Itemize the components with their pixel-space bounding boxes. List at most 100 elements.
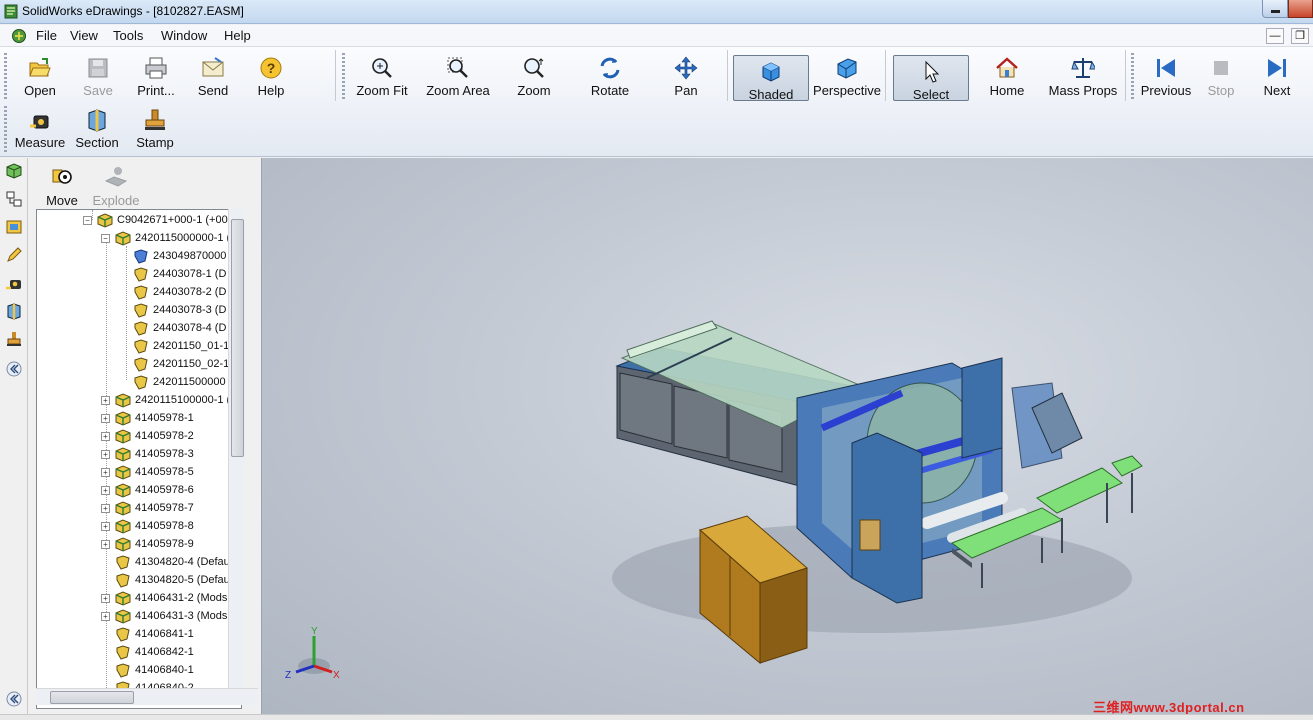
move-icon	[52, 169, 72, 184]
expand-toggle-icon[interactable]: +	[101, 414, 110, 423]
minimize-button[interactable]	[1262, 0, 1288, 18]
menu-view[interactable]: View	[70, 28, 98, 43]
assembly-icon	[115, 393, 131, 408]
document-icon[interactable]	[11, 28, 27, 44]
zoom-fit-icon	[372, 58, 392, 78]
select-button[interactable]: Select	[893, 55, 969, 102]
expand-toggle-icon[interactable]: +	[101, 450, 110, 459]
markup-tab-icon[interactable]	[5, 246, 23, 264]
zoom-area-button[interactable]: Zoom Area	[422, 52, 494, 98]
stamp-tab-icon[interactable]	[5, 330, 23, 348]
pan-icon	[674, 56, 698, 80]
explode-button[interactable]: Explode	[90, 162, 142, 208]
assembly-icon	[115, 447, 131, 462]
save-disk-icon	[88, 58, 108, 78]
zoom-button[interactable]: Zoom	[498, 52, 570, 98]
pan-button[interactable]: Pan	[650, 52, 722, 98]
mdi-restore-button[interactable]: ❐	[1291, 28, 1309, 44]
expand-toggle-icon[interactable]: +	[101, 522, 110, 531]
part-icon	[134, 321, 148, 336]
menu-window[interactable]: Window	[161, 28, 207, 43]
part-icon	[134, 339, 148, 354]
assembly-icon	[115, 519, 131, 534]
mass-props-button[interactable]: Mass Props	[1045, 52, 1121, 98]
component-tree[interactable]: − C9042671+000-1 (+001 − 2420115000000-1…	[36, 209, 242, 709]
shaded-cube-icon	[762, 62, 780, 82]
expand-toggle-icon[interactable]: +	[101, 612, 110, 621]
assembly-icon	[97, 213, 113, 228]
components-tab-icon[interactable]	[5, 162, 23, 180]
status-bar	[0, 714, 1313, 720]
part-icon	[116, 645, 130, 660]
part-icon	[134, 357, 148, 372]
home-button[interactable]: Home	[971, 52, 1043, 98]
zoom-fit-button[interactable]: Zoom Fit	[346, 52, 418, 98]
shaded-button[interactable]: Shaded	[733, 55, 809, 102]
expand-toggle-icon[interactable]: +	[101, 486, 110, 495]
part-icon	[134, 285, 148, 300]
mdi-minimize-button[interactable]: —	[1266, 28, 1284, 44]
menu-file[interactable]: File	[36, 28, 57, 43]
stamp-icon	[145, 109, 165, 130]
assembly-model[interactable]	[262, 158, 1313, 714]
display-toolbar: Shaded Perspective	[729, 50, 886, 102]
expand-toggle-icon[interactable]: +	[101, 504, 110, 513]
expand-toggle-icon[interactable]: +	[101, 540, 110, 549]
part-icon	[116, 663, 130, 678]
collapse-panel-icon[interactable]	[5, 360, 23, 378]
assembly-icon	[115, 609, 131, 624]
expand-panel-icon[interactable]	[5, 690, 23, 708]
part-icon	[134, 303, 148, 318]
y-axis-label: Y	[311, 626, 318, 637]
explode-icon	[104, 167, 128, 187]
menu-help[interactable]: Help	[224, 28, 251, 43]
move-button[interactable]: Move	[38, 162, 86, 208]
assembly-icon	[115, 231, 131, 246]
previous-icon	[1157, 59, 1175, 77]
close-button[interactable]	[1288, 0, 1313, 18]
expand-toggle-icon[interactable]: +	[101, 594, 110, 603]
assembly-icon	[115, 465, 131, 480]
next-button[interactable]: Next	[1241, 52, 1313, 98]
axis-triad: Y X Z	[285, 626, 340, 681]
select-arrow-icon	[925, 60, 940, 83]
part-icon	[116, 573, 130, 588]
rotate-button[interactable]: Rotate	[574, 52, 646, 98]
part-icon	[134, 375, 148, 390]
assembly-icon	[115, 429, 131, 444]
perspective-button[interactable]: Perspective	[811, 52, 883, 98]
collapse-toggle-icon[interactable]: −	[101, 234, 110, 243]
expand-toggle-icon[interactable]: +	[101, 432, 110, 441]
side-tab-strip	[0, 158, 28, 714]
section-icon	[88, 109, 106, 132]
help-icon: ?	[260, 57, 282, 79]
tree-horizontal-scrollbar[interactable]	[36, 688, 258, 705]
assembly-icon	[115, 411, 131, 426]
sheets-tab-icon[interactable]	[5, 218, 23, 236]
measure-tab-icon[interactable]	[5, 274, 23, 292]
help-button[interactable]: ? Help	[235, 52, 307, 98]
select-toolbar: Select Home Mass Props	[887, 50, 1126, 102]
scroll-thumb[interactable]	[231, 219, 244, 457]
zoom-area-icon	[447, 57, 468, 78]
stamp-button[interactable]: Stamp	[119, 104, 191, 150]
stop-icon	[1214, 61, 1228, 75]
scroll-thumb[interactable]	[50, 691, 134, 704]
toolbar-area: Open Save Print... Send ? Help Zoom Fit …	[0, 47, 1313, 157]
section-tab-icon[interactable]	[5, 302, 23, 320]
expand-toggle-icon[interactable]: +	[101, 396, 110, 405]
configurations-tab-icon[interactable]	[5, 190, 23, 208]
part-icon	[134, 267, 148, 282]
assembly-icon	[115, 537, 131, 552]
tree-vertical-scrollbar[interactable]	[228, 209, 245, 692]
menu-tools[interactable]: Tools	[113, 28, 143, 43]
svg-text:?: ?	[267, 60, 276, 76]
printer-icon	[145, 57, 167, 79]
envelope-icon	[202, 57, 224, 77]
rotate-icon	[600, 57, 620, 79]
part-icon-blue	[134, 249, 148, 264]
assembly-icon	[115, 591, 131, 606]
model-viewport[interactable]: Y X Z	[261, 158, 1313, 714]
expand-toggle-icon[interactable]: +	[101, 468, 110, 477]
collapse-toggle-icon[interactable]: −	[83, 216, 92, 225]
